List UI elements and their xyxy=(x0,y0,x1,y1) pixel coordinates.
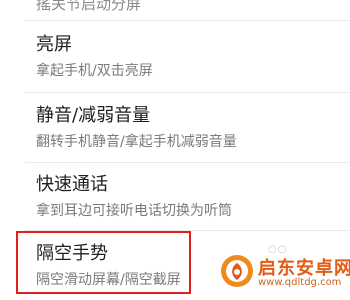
setting-title: 静音/减弱音量 xyxy=(36,105,151,126)
setting-subtitle: 拿到耳边可接听电话切换为听筒 xyxy=(36,203,232,219)
setting-item-wake-screen[interactable]: 亮屏 拿起手机/双击亮屏 xyxy=(36,34,336,80)
divider xyxy=(25,20,350,21)
setting-title: 快速通话 xyxy=(36,174,108,195)
setting-subtitle: 拿起手机/双击亮屏 xyxy=(36,63,153,79)
clipped-previous-subtitle: 搖关节启动分屏 xyxy=(36,0,142,13)
setting-title: 亮屏 xyxy=(36,34,72,55)
watermark: 启东安卓网 www.qdltdg.com xyxy=(220,248,350,294)
watermark-logo-icon xyxy=(221,255,253,287)
divider xyxy=(25,162,350,163)
setting-subtitle: 翻转手机静音/拿起手机减弱音量 xyxy=(36,134,237,150)
divider xyxy=(25,92,350,93)
setting-item-mute-reduce-volume[interactable]: 静音/减弱音量 翻转手机静音/拿起手机减弱音量 xyxy=(36,105,336,151)
setting-item-quick-call[interactable]: 快速通话 拿到耳边可接听电话切换为听筒 xyxy=(36,174,336,220)
highlight-box xyxy=(16,231,191,294)
watermark-url: www.qdltdg.com xyxy=(258,277,342,288)
